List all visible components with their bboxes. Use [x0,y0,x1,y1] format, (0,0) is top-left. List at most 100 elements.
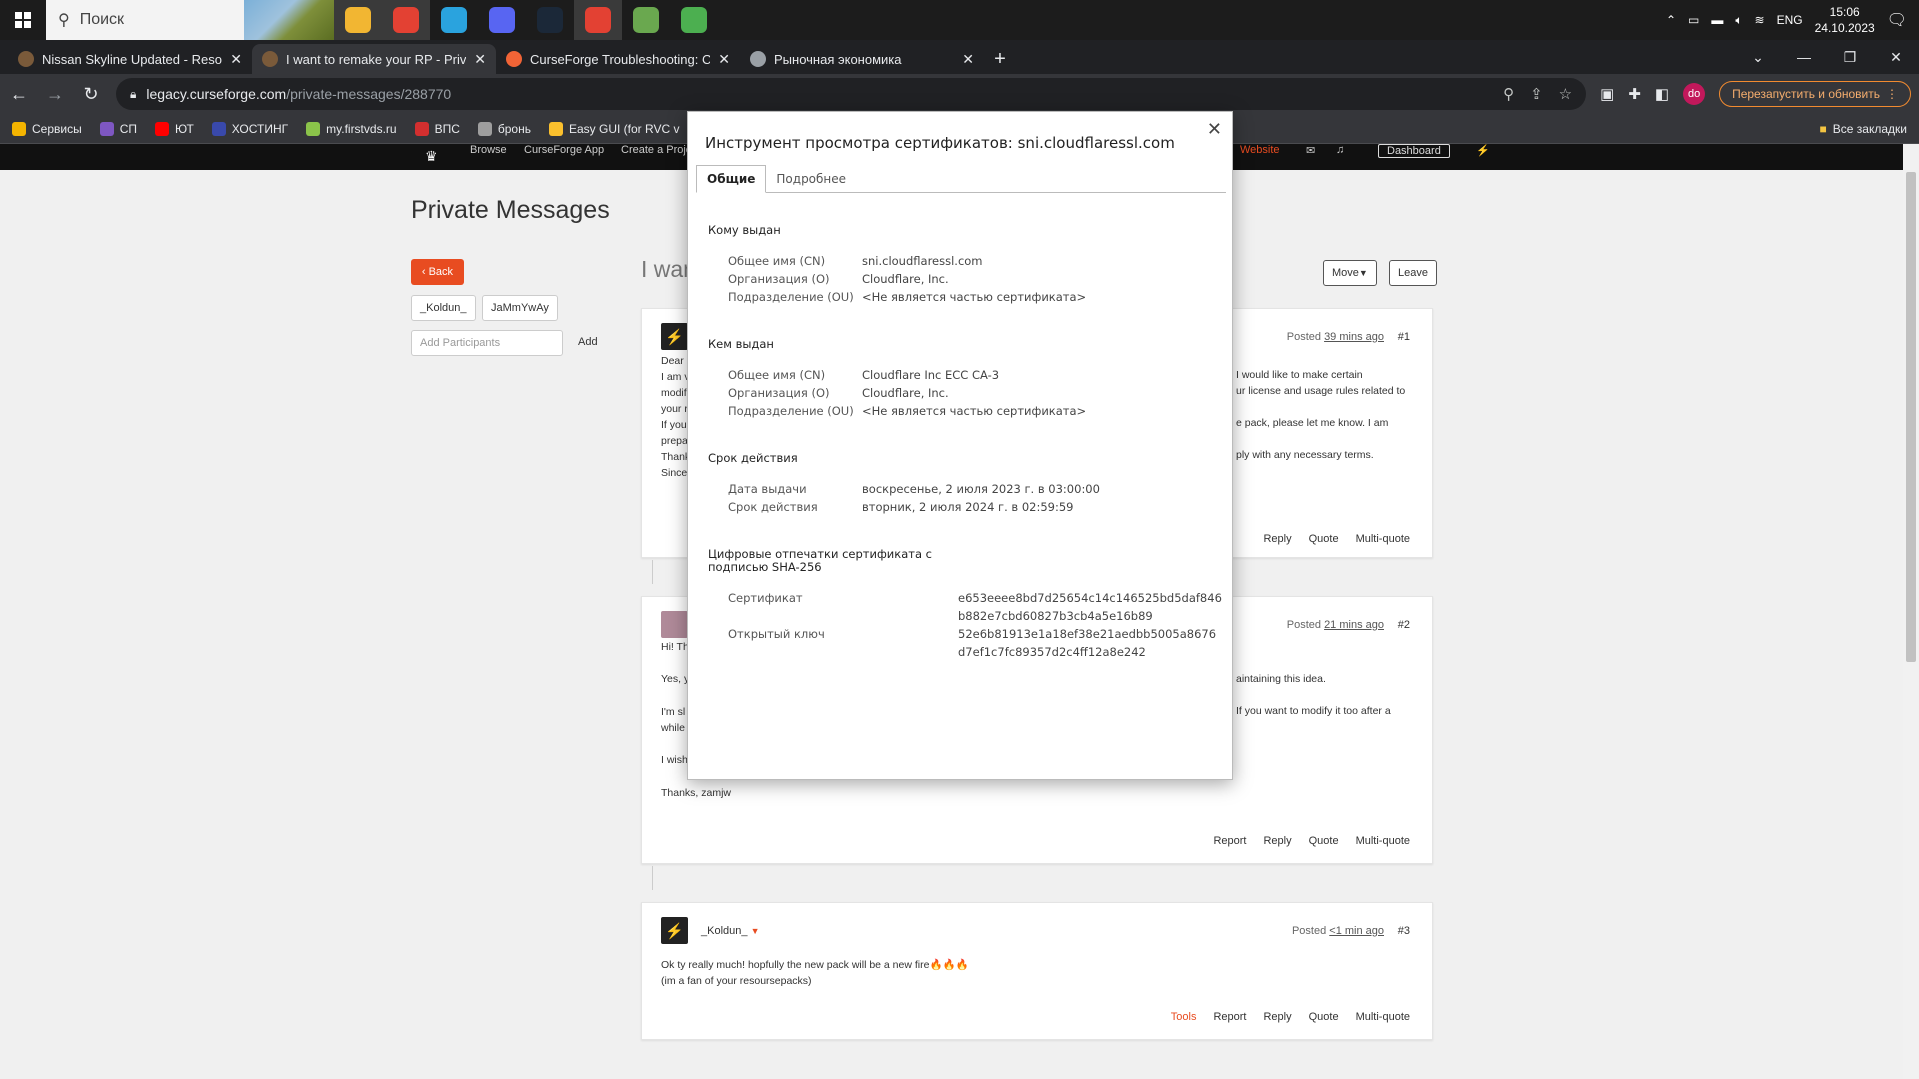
post-action-multi-quote[interactable]: Multi-quote [1356,835,1410,847]
bell-icon[interactable]: ♫ [1336,144,1344,156]
tab-details[interactable]: Подробнее [766,165,856,193]
bookmark-item[interactable]: бронь [477,121,531,136]
share-icon[interactable]: ⇪ [1530,85,1543,103]
post-time-link[interactable]: 21 mins ago [1324,619,1384,631]
system-clock[interactable]: 15:06 24.10.2023 [1815,4,1875,36]
bookmark-label: my.firstvds.ru [326,121,397,136]
taskbar-app[interactable] [430,0,478,40]
post-action-report[interactable]: Report [1213,835,1246,847]
address-bar[interactable]: 🔒︎ legacy.curseforge.com/private-message… [116,78,1587,110]
chevron-up-icon[interactable]: ⌃ [1666,13,1676,27]
close-tab-icon[interactable]: ✕ [962,51,974,68]
taskbar-app[interactable] [622,0,670,40]
lock-icon[interactable]: 🔒︎ [130,87,136,102]
close-tab-icon[interactable]: ✕ [718,51,730,68]
post-action-reply[interactable]: Reply [1263,533,1291,545]
bookmark-item[interactable]: ЮТ [155,121,194,136]
device-icon[interactable]: ▭ [1688,13,1699,27]
user-avatar[interactable] [661,611,688,638]
bookmark-item[interactable]: Easy GUI (for RVC v [548,121,679,136]
tab-search-chevron-icon[interactable]: ⌄ [1735,40,1781,74]
taskbar-app[interactable] [670,0,718,40]
dashboard-button[interactable]: Dashboard [1378,144,1450,158]
side-panel-icon[interactable]: ◧ [1655,85,1669,103]
post-action-report[interactable]: Report [1213,1011,1246,1023]
browser-tab[interactable]: CurseForge Troubleshooting: Cu ✕ [496,44,740,74]
post-action-multi-quote[interactable]: Multi-quote [1356,1011,1410,1023]
post-action-multi-quote[interactable]: Multi-quote [1356,533,1410,545]
taskbar-search-box[interactable]: ⚲ Поиск [46,0,334,40]
taskbar-app[interactable] [526,0,574,40]
curseforge-logo-icon[interactable]: ♛ [425,148,438,165]
lightning-avatar-icon[interactable]: ⚡ [661,917,688,944]
close-tab-icon[interactable]: ✕ [230,51,242,68]
post-author[interactable]: _Koldun_ ▼ [701,925,759,937]
bookmark-item[interactable]: Сервисы [12,121,82,136]
all-bookmarks-button[interactable]: ■ Все закладки [1820,122,1907,136]
zoom-icon[interactable]: ⚲ [1503,85,1514,103]
battery-icon[interactable]: ▬ [1711,13,1723,27]
page-scrollbar[interactable] [1903,144,1919,1079]
profile-avatar[interactable]: do [1683,83,1706,105]
taskbar-app[interactable] [382,0,430,40]
taskbar-app[interactable] [334,0,382,40]
user-menu-icon[interactable]: ⚡ [1476,144,1490,157]
post-time-link[interactable]: 39 mins ago [1324,331,1384,343]
extensions-puzzle-icon[interactable]: ✚ [1628,85,1641,103]
tab-general[interactable]: Общие [696,165,767,193]
bookmark-item[interactable]: СП [99,121,137,136]
back-button[interactable]: ‹ Back [411,259,464,285]
browser-tab[interactable]: Рыночная экономика ✕ [740,44,984,74]
notifications-icon[interactable]: 🗨︎ [1887,10,1907,30]
post-number[interactable]: #2 [1398,619,1410,631]
close-icon[interactable]: ✕ [1207,119,1222,140]
close-window-button[interactable]: ✕ [1873,40,1919,74]
windows-start-icon[interactable] [0,0,46,40]
chrome-icon [393,7,419,33]
add-participant-button[interactable]: Add [578,336,598,348]
taskbar-app[interactable] [478,0,526,40]
post-number[interactable]: #3 [1398,925,1410,937]
minimize-button[interactable]: — [1781,40,1827,74]
post-time-link[interactable]: <1 min ago [1329,925,1384,937]
nav-curseforge-app[interactable]: CurseForge App [524,144,604,156]
lightning-avatar-icon[interactable]: ⚡ [661,323,688,350]
forward-arrow-icon[interactable]: → [44,84,66,105]
reload-icon[interactable]: ↻ [80,84,102,105]
bookmark-star-icon[interactable]: ☆ [1559,85,1572,103]
browser-tab[interactable]: I want to remake your RP - Priva ✕ [252,44,496,74]
bookmark-item[interactable]: ХОСТИНГ [211,121,288,136]
language-indicator[interactable]: ENG [1777,13,1803,27]
new-tab-button[interactable]: + [984,44,1016,74]
post-action-reply[interactable]: Reply [1263,1011,1291,1023]
scrollbar-thumb[interactable] [1906,172,1916,662]
nav-website[interactable]: Website [1240,144,1280,156]
post-action-quote[interactable]: Quote [1309,835,1339,847]
participant-chip[interactable]: _Koldun_ [411,295,476,321]
post-action-quote[interactable]: Quote [1309,533,1339,545]
text-line [1236,431,1405,447]
taskbar-app[interactable] [574,0,622,40]
browser-tab[interactable]: Nissan Skyline Updated - Resour ✕ [8,44,252,74]
close-tab-icon[interactable]: ✕ [474,51,486,68]
caret-down-icon: ▼ [1358,268,1368,278]
volume-icon[interactable]: 🔈︎ [1735,13,1742,28]
nav-browse[interactable]: Browse [470,144,507,156]
post-action-reply[interactable]: Reply [1263,835,1291,847]
participant-chip[interactable]: JaMmYwAy [482,295,558,321]
post-number[interactable]: #1 [1398,331,1410,343]
back-arrow-icon[interactable]: ← [8,84,30,105]
extension-icon[interactable]: ▣ [1600,85,1614,103]
post-action-quote[interactable]: Quote [1309,1011,1339,1023]
wifi-icon[interactable]: ≋ [1755,13,1765,27]
update-chrome-button[interactable]: Перезапустить и обновить ⋮ [1719,81,1911,107]
chat-icon[interactable]: ✉ [1306,144,1315,157]
post-action-tools[interactable]: Tools [1171,1011,1197,1023]
field-label: Общее имя (CN) [728,254,826,268]
leave-button[interactable]: Leave [1389,260,1437,286]
restore-button[interactable]: ❐ [1827,40,1873,74]
move-button[interactable]: Move ▼ [1323,260,1377,286]
bookmark-item[interactable]: ВПС [414,121,460,136]
bookmark-item[interactable]: my.firstvds.ru [306,121,397,136]
add-participants-input[interactable]: Add Participants [411,330,563,356]
